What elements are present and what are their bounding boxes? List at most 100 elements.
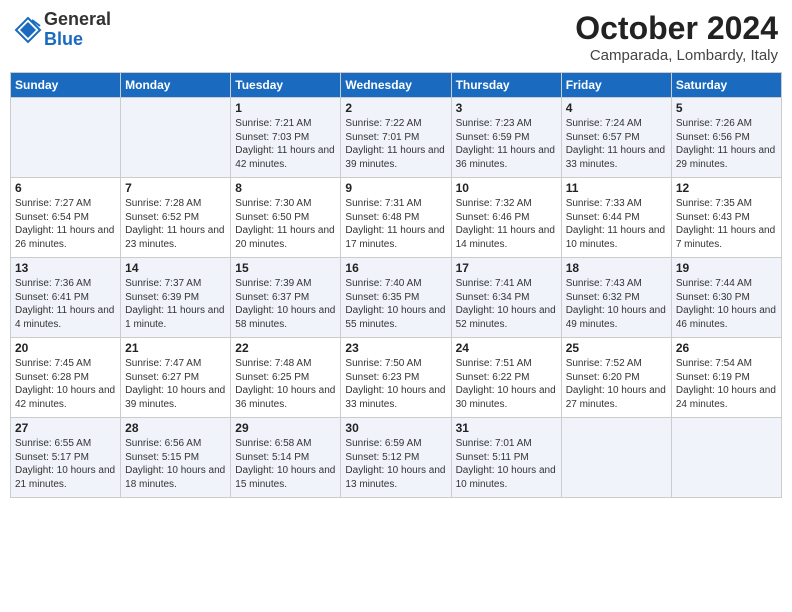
week-row-0: 1Sunrise: 7:21 AM Sunset: 7:03 PM Daylig… [11,98,782,178]
day-number: 9 [345,181,446,195]
cell-2-1: 14Sunrise: 7:37 AM Sunset: 6:39 PM Dayli… [121,258,231,338]
header-saturday: Saturday [671,73,781,98]
day-number: 8 [235,181,336,195]
day-number: 22 [235,341,336,355]
cell-0-0 [11,98,121,178]
cell-1-2: 8 Sunrise: 7:30 AM Sunset: 6:50 PM Daylig… [231,178,341,258]
cell-4-1: 28 Sunrise: 6:56 AM Sunset: 5:15 PM Dayli… [121,418,231,498]
cell-info: Sunrise: 7:33 AM Sunset: 6:44 PM Dayligh… [566,197,667,251]
logo-icon [14,16,42,44]
day-number: 25 [566,341,667,355]
cell-0-1 [121,98,231,178]
cell-2-3: 16 Sunrise: 7:40 AM Sunset: 6:35 PM Dayli… [341,258,451,338]
cell-info: Sunrise: 7:23 AM Sunset: 6:59 PM Dayligh… [456,117,557,171]
cell-3-3: 23 Sunrise: 7:50 AM Sunset: 6:23 PM Dayli… [341,338,451,418]
cell-1-3: 9 Sunrise: 7:31 AM Sunset: 6:48 PM Daylig… [341,178,451,258]
cell-info: Sunrise: 7:28 AM Sunset: 6:52 PM Dayligh… [125,197,226,251]
header-friday: Friday [561,73,671,98]
cell-info: Sunrise: 7:37 AM Sunset: 6:39 PM Dayligh… [125,277,226,331]
cell-2-2: 15Sunrise: 7:39 AM Sunset: 6:37 PM Dayli… [231,258,341,338]
cell-3-0: 20 Sunrise: 7:45 AM Sunset: 6:28 PM Dayli… [11,338,121,418]
title-area: October 2024 Camparada, Lombardy, Italy [575,10,778,64]
day-number: 27 [15,421,116,435]
cell-1-1: 7 Sunrise: 7:28 AM Sunset: 6:52 PM Daylig… [121,178,231,258]
day-number: 10 [456,181,557,195]
cell-4-6 [671,418,781,498]
day-number: 18 [566,261,667,275]
cell-info: Sunrise: 7:45 AM Sunset: 6:28 PM Dayligh… [15,357,116,411]
cell-info: Sunrise: 7:26 AM Sunset: 6:56 PM Dayligh… [676,117,777,171]
cell-info: Sunrise: 7:24 AM Sunset: 6:57 PM Dayligh… [566,117,667,171]
cell-info: Sunrise: 6:58 AM Sunset: 5:14 PM Dayligh… [235,437,336,491]
day-number: 16 [345,261,446,275]
cell-4-3: 30Sunrise: 6:59 AM Sunset: 5:12 PM Dayli… [341,418,451,498]
cell-info: Sunrise: 6:59 AM Sunset: 5:12 PM Dayligh… [345,437,446,491]
cell-info: Sunrise: 6:56 AM Sunset: 5:15 PM Dayligh… [125,437,226,491]
cell-info: Sunrise: 7:35 AM Sunset: 6:43 PM Dayligh… [676,197,777,251]
cell-info: Sunrise: 6:55 AM Sunset: 5:17 PM Dayligh… [15,437,116,491]
cell-2-5: 18 Sunrise: 7:43 AM Sunset: 6:32 PM Dayli… [561,258,671,338]
cell-4-2: 29Sunrise: 6:58 AM Sunset: 5:14 PM Dayli… [231,418,341,498]
cell-info: Sunrise: 7:30 AM Sunset: 6:50 PM Dayligh… [235,197,336,251]
day-number: 3 [456,101,557,115]
cell-info: Sunrise: 7:01 AM Sunset: 5:11 PM Dayligh… [456,437,557,491]
day-number: 20 [15,341,116,355]
cell-info: Sunrise: 7:48 AM Sunset: 6:25 PM Dayligh… [235,357,336,411]
day-number: 2 [345,101,446,115]
cell-4-0: 27 Sunrise: 6:55 AM Sunset: 5:17 PM Dayli… [11,418,121,498]
cell-3-6: 26 Sunrise: 7:54 AM Sunset: 6:19 PM Dayli… [671,338,781,418]
cell-3-1: 21Sunrise: 7:47 AM Sunset: 6:27 PM Dayli… [121,338,231,418]
week-row-1: 6 Sunrise: 7:27 AM Sunset: 6:54 PM Daylig… [11,178,782,258]
header-wednesday: Wednesday [341,73,451,98]
cell-0-4: 3 Sunrise: 7:23 AM Sunset: 6:59 PM Daylig… [451,98,561,178]
cell-info: Sunrise: 7:22 AM Sunset: 7:01 PM Dayligh… [345,117,446,171]
cell-info: Sunrise: 7:50 AM Sunset: 6:23 PM Dayligh… [345,357,446,411]
location: Camparada, Lombardy, Italy [575,47,778,64]
cell-info: Sunrise: 7:52 AM Sunset: 6:20 PM Dayligh… [566,357,667,411]
day-number: 23 [345,341,446,355]
cell-info: Sunrise: 7:41 AM Sunset: 6:34 PM Dayligh… [456,277,557,331]
cell-4-4: 31 Sunrise: 7:01 AM Sunset: 5:11 PM Dayli… [451,418,561,498]
cell-info: Sunrise: 7:27 AM Sunset: 6:54 PM Dayligh… [15,197,116,251]
day-number: 6 [15,181,116,195]
cell-2-4: 17 Sunrise: 7:41 AM Sunset: 6:34 PM Dayli… [451,258,561,338]
cell-0-3: 2 Sunrise: 7:22 AM Sunset: 7:01 PM Daylig… [341,98,451,178]
logo: General Blue [14,10,111,50]
cell-info: Sunrise: 7:51 AM Sunset: 6:22 PM Dayligh… [456,357,557,411]
day-number: 11 [566,181,667,195]
cell-1-0: 6 Sunrise: 7:27 AM Sunset: 6:54 PM Daylig… [11,178,121,258]
cell-2-6: 19Sunrise: 7:44 AM Sunset: 6:30 PM Dayli… [671,258,781,338]
week-row-2: 13Sunrise: 7:36 AM Sunset: 6:41 PM Dayli… [11,258,782,338]
calendar-table: SundayMondayTuesdayWednesdayThursdayFrid… [10,72,782,498]
day-number: 28 [125,421,226,435]
cell-info: Sunrise: 7:44 AM Sunset: 6:30 PM Dayligh… [676,277,777,331]
day-number: 17 [456,261,557,275]
day-number: 31 [456,421,557,435]
day-number: 7 [125,181,226,195]
cell-3-2: 22 Sunrise: 7:48 AM Sunset: 6:25 PM Dayli… [231,338,341,418]
header-thursday: Thursday [451,73,561,98]
cell-3-5: 25 Sunrise: 7:52 AM Sunset: 6:20 PM Dayli… [561,338,671,418]
cell-info: Sunrise: 7:31 AM Sunset: 6:48 PM Dayligh… [345,197,446,251]
day-number: 26 [676,341,777,355]
cell-info: Sunrise: 7:32 AM Sunset: 6:46 PM Dayligh… [456,197,557,251]
cell-info: Sunrise: 7:54 AM Sunset: 6:19 PM Dayligh… [676,357,777,411]
cell-info: Sunrise: 7:36 AM Sunset: 6:41 PM Dayligh… [15,277,116,331]
cell-info: Sunrise: 7:43 AM Sunset: 6:32 PM Dayligh… [566,277,667,331]
cell-info: Sunrise: 7:40 AM Sunset: 6:35 PM Dayligh… [345,277,446,331]
logo-blue: Blue [44,30,111,50]
page-header: General Blue October 2024 Camparada, Lom… [10,10,782,64]
header-tuesday: Tuesday [231,73,341,98]
day-number: 24 [456,341,557,355]
day-number: 15 [235,261,336,275]
cell-0-6: 5Sunrise: 7:26 AM Sunset: 6:56 PM Daylig… [671,98,781,178]
logo-general: General [44,10,111,30]
cell-3-4: 24 Sunrise: 7:51 AM Sunset: 6:22 PM Dayli… [451,338,561,418]
cell-info: Sunrise: 7:21 AM Sunset: 7:03 PM Dayligh… [235,117,336,171]
day-number: 4 [566,101,667,115]
day-headers: SundayMondayTuesdayWednesdayThursdayFrid… [11,73,782,98]
day-number: 21 [125,341,226,355]
week-row-3: 20 Sunrise: 7:45 AM Sunset: 6:28 PM Dayli… [11,338,782,418]
cell-4-5 [561,418,671,498]
cell-0-2: 1Sunrise: 7:21 AM Sunset: 7:03 PM Daylig… [231,98,341,178]
